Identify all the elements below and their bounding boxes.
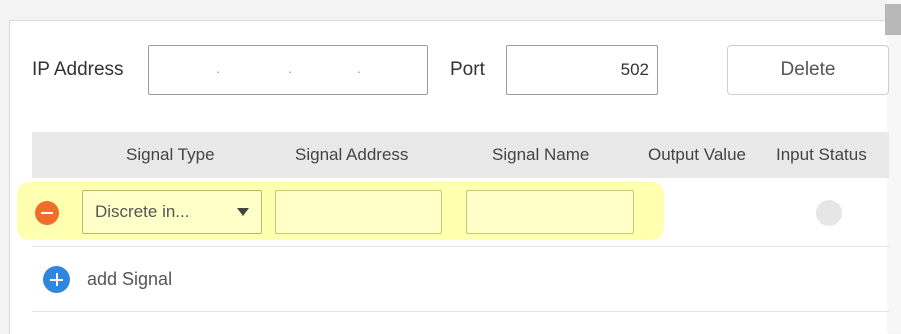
signal-table-header: Signal Type Signal Address Signal Name O… xyxy=(32,132,889,178)
scrollbar-track[interactable] xyxy=(887,0,901,333)
port-label: Port xyxy=(450,59,485,80)
header-output-value: Output Value xyxy=(648,145,746,164)
row-divider-bottom xyxy=(32,311,889,312)
ip-separator-1: . xyxy=(216,60,220,76)
port-input[interactable]: 502 xyxy=(506,45,658,95)
header-signal-name: Signal Name xyxy=(492,145,590,164)
signal-type-dropdown[interactable]: Discrete in... xyxy=(82,190,262,234)
signal-name-input[interactable] xyxy=(466,190,634,234)
ip-address-label: IP Address xyxy=(32,59,124,80)
ip-address-input[interactable]: . . . xyxy=(148,45,428,95)
chevron-down-icon xyxy=(237,208,249,216)
add-signal-icon[interactable] xyxy=(43,266,70,293)
ip-separator-2: . xyxy=(288,60,292,76)
scrollbar-thumb[interactable] xyxy=(885,4,901,35)
header-signal-type: Signal Type xyxy=(126,145,215,164)
signal-address-input[interactable] xyxy=(275,190,442,234)
output-value-cell xyxy=(650,190,750,234)
add-signal-link[interactable]: add Signal xyxy=(87,266,172,293)
header-input-status: Input Status xyxy=(776,145,867,164)
row-divider xyxy=(32,246,889,247)
remove-signal-button[interactable] xyxy=(35,201,59,225)
input-status-indicator xyxy=(816,200,842,226)
ip-separator-3: . xyxy=(357,60,361,76)
header-signal-address: Signal Address xyxy=(295,145,409,164)
port-value: 502 xyxy=(620,60,649,79)
delete-button[interactable]: Delete xyxy=(727,45,889,95)
signal-type-value: Discrete in... xyxy=(95,202,190,221)
